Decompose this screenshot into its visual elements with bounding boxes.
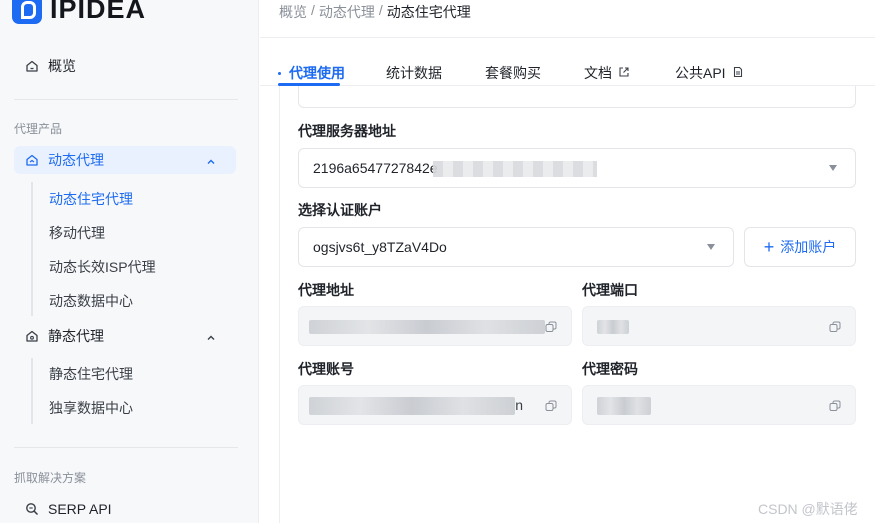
chevron-up-icon[interactable] bbox=[206, 154, 216, 170]
server-address-value: 2196a6547727842e bbox=[313, 160, 438, 176]
sidebar-item-label: 概览 bbox=[48, 58, 76, 74]
sidebar-item-dynamic-proxy[interactable]: 动态代理 bbox=[14, 146, 236, 174]
sidebar-subitem-isp[interactable]: 动态长效ISP代理 bbox=[49, 257, 156, 277]
content-border bbox=[279, 86, 280, 523]
external-link-icon bbox=[618, 65, 630, 81]
auth-account-select[interactable]: ogsjvs6t_y8TZaV4Do bbox=[298, 227, 734, 267]
proxy-password-label: 代理密码 bbox=[582, 361, 638, 377]
proxy-port-field[interactable] bbox=[582, 306, 856, 346]
proxy-address-label: 代理地址 bbox=[298, 282, 354, 298]
redacted-text bbox=[433, 161, 597, 177]
sidebar-divider bbox=[14, 447, 238, 448]
tab-public-api[interactable]: 公共API bbox=[675, 63, 744, 83]
add-account-label: 添加账户 bbox=[780, 239, 837, 255]
sidebar-subitem-datacenter[interactable]: 动态数据中心 bbox=[49, 291, 133, 311]
plus-icon: + bbox=[763, 237, 775, 257]
top-bar: 概览 / 动态代理 / 动态住宅代理 bbox=[260, 0, 875, 38]
chevron-up-icon[interactable] bbox=[206, 330, 216, 346]
tab-label: 文档 bbox=[584, 65, 612, 81]
proxy-username-field[interactable]: n bbox=[298, 385, 572, 425]
copy-icon[interactable] bbox=[829, 399, 841, 411]
sidebar-subitem-mobile[interactable]: 移动代理 bbox=[49, 223, 105, 243]
sidebar-subitem-static-residential[interactable]: 静态住宅代理 bbox=[49, 364, 133, 384]
sidebar-subitem-dynamic-residential[interactable]: 动态住宅代理 bbox=[49, 189, 133, 209]
sidebar-item-serp-api[interactable]: SERP API bbox=[14, 495, 236, 523]
breadcrumb-item-dynamic[interactable]: 动态代理 bbox=[319, 2, 375, 22]
sidebar-divider bbox=[14, 99, 238, 100]
tab-bar: 代理使用 统计数据 套餐购买 文档 公共API bbox=[260, 38, 875, 86]
tab-label: 代理使用 bbox=[289, 65, 345, 81]
redacted-text bbox=[597, 320, 629, 334]
tab-proxy-usage[interactable]: 代理使用 bbox=[278, 63, 345, 83]
tab-label: 统计数据 bbox=[386, 65, 442, 81]
static-proxy-icon bbox=[22, 329, 42, 343]
copy-icon[interactable] bbox=[545, 320, 557, 332]
breadcrumb-item-overview[interactable]: 概览 bbox=[279, 2, 307, 22]
dynamic-proxy-icon bbox=[22, 153, 42, 167]
sidebar-subitem-dedicated-dc[interactable]: 独享数据中心 bbox=[49, 398, 133, 418]
redacted-text bbox=[309, 320, 545, 334]
sidebar-item-overview[interactable]: 概览 bbox=[14, 52, 236, 80]
breadcrumb-current: 动态住宅代理 bbox=[386, 4, 471, 20]
tab-docs[interactable]: 文档 bbox=[584, 63, 630, 83]
sidebar: IPIDEA 概览 代理产品 动态代理 动态住宅代理 移动代理 动态长效ISP代… bbox=[0, 0, 259, 523]
caret-down-icon bbox=[829, 165, 837, 171]
sidebar-item-label: 静态代理 bbox=[48, 328, 104, 344]
copy-icon[interactable] bbox=[829, 320, 841, 332]
tab-statistics[interactable]: 统计数据 bbox=[386, 63, 442, 83]
redacted-text bbox=[597, 397, 651, 415]
copy-icon[interactable] bbox=[545, 399, 557, 411]
app-root: IPIDEA 概览 代理产品 动态代理 动态住宅代理 移动代理 动态长效ISP代… bbox=[0, 0, 875, 523]
search-icon bbox=[22, 502, 42, 516]
sidebar-item-label: 动态代理 bbox=[48, 152, 104, 168]
sidebar-item-label: SERP API bbox=[48, 501, 112, 517]
breadcrumb-separator: / bbox=[311, 2, 315, 18]
proxy-username-tail: n bbox=[515, 397, 523, 413]
document-icon bbox=[732, 65, 744, 81]
section-title-solutions: 抓取解决方案 bbox=[14, 471, 87, 485]
logo-icon bbox=[12, 0, 42, 24]
proxy-password-field[interactable] bbox=[582, 385, 856, 425]
breadcrumb: 概览 / 动态代理 / 动态住宅代理 bbox=[279, 2, 471, 22]
redacted-text bbox=[309, 397, 515, 415]
server-address-select[interactable]: 2196a6547727842e bbox=[298, 148, 856, 188]
proxy-username-label: 代理账号 bbox=[298, 361, 354, 377]
auth-account-label: 选择认证账户 bbox=[298, 202, 382, 218]
server-address-label: 代理服务器地址 bbox=[298, 123, 396, 139]
auth-account-value: ogsjvs6t_y8TZaV4Do bbox=[313, 239, 447, 255]
submenu-line bbox=[31, 182, 33, 316]
previous-select-edge bbox=[298, 86, 856, 108]
brand-name: IPIDEA bbox=[50, 0, 147, 24]
breadcrumb-separator: / bbox=[378, 2, 383, 18]
sidebar-item-static-proxy[interactable]: 静态代理 bbox=[14, 322, 236, 350]
watermark: CSDN @默语佬 bbox=[758, 501, 858, 517]
proxy-address-field[interactable] bbox=[298, 306, 572, 346]
submenu-line bbox=[31, 358, 33, 424]
home-icon bbox=[22, 59, 42, 73]
caret-down-icon bbox=[707, 244, 715, 250]
tab-package-purchase[interactable]: 套餐购买 bbox=[485, 63, 541, 83]
add-account-button[interactable]: + 添加账户 bbox=[744, 227, 856, 267]
brand-logo[interactable]: IPIDEA bbox=[12, 0, 146, 24]
tab-label: 套餐购买 bbox=[485, 65, 541, 81]
tab-label: 公共API bbox=[675, 65, 726, 81]
proxy-port-label: 代理端口 bbox=[582, 282, 638, 298]
section-title-products: 代理产品 bbox=[14, 122, 63, 136]
